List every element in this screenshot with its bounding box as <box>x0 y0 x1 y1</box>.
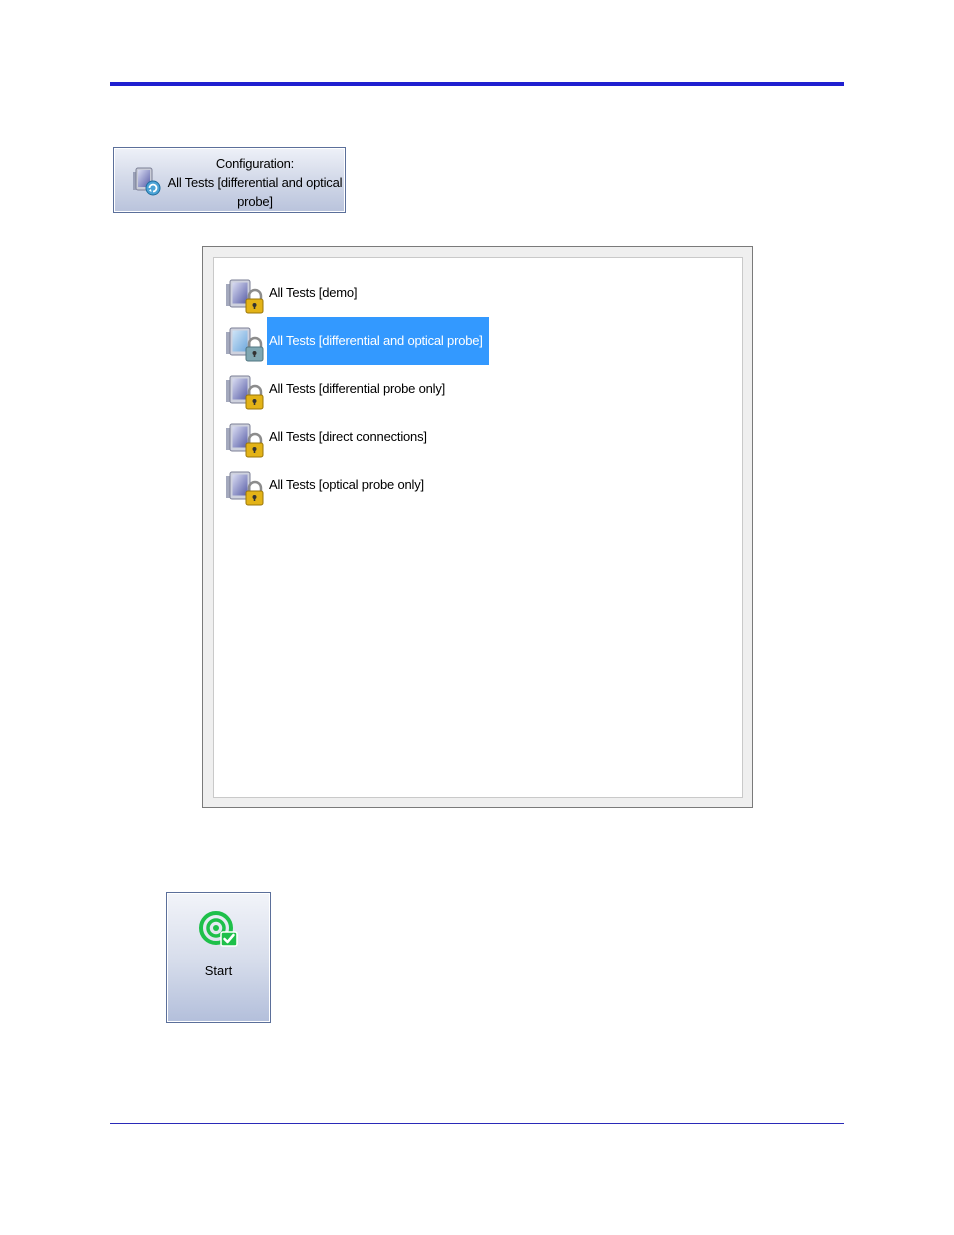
config-list-item[interactable]: All Tests [differential and optical prob… <box>224 317 704 365</box>
configuration-list-panel: All Tests [demo] All Tests [differential … <box>202 246 753 808</box>
configuration-list[interactable]: All Tests [demo] All Tests [differential … <box>213 257 743 798</box>
config-list-item-label: All Tests [differential probe only] <box>269 381 446 396</box>
header-rule <box>110 82 844 86</box>
configuration-heading: Configuration: <box>215 156 295 171</box>
config-list-item-label: All Tests [optical probe only] <box>269 477 424 492</box>
locked-config-icon <box>226 327 264 362</box>
locked-config-icon <box>226 471 264 506</box>
config-monitor-refresh-icon <box>133 167 161 196</box>
config-list-item[interactable]: All Tests [optical probe only] <box>224 461 704 509</box>
locked-config-icon <box>226 279 264 314</box>
configuration-button[interactable]: Configuration: All Tests [differential a… <box>113 147 346 213</box>
config-list-item-label: All Tests [demo] <box>269 285 358 300</box>
config-list-item[interactable]: All Tests [direct connections] <box>224 413 704 461</box>
config-list-item[interactable]: All Tests [demo] <box>224 269 704 317</box>
locked-config-icon <box>226 423 264 458</box>
start-target-check-icon <box>199 911 238 947</box>
locked-config-icon <box>226 375 264 410</box>
configuration-value-line1: All Tests [differential and optical <box>167 175 343 190</box>
start-button[interactable]: Start <box>166 892 271 1023</box>
footer-rule <box>110 1123 844 1124</box>
configuration-value-line2: probe] <box>237 194 273 209</box>
config-list-item-label: All Tests [direct connections] <box>269 429 427 444</box>
configuration-text: Configuration: All Tests [differential a… <box>164 154 346 211</box>
start-label: Start <box>204 963 233 978</box>
config-list-item-label: All Tests [differential and optical prob… <box>267 317 489 365</box>
config-list-item[interactable]: All Tests [differential probe only] <box>224 365 704 413</box>
